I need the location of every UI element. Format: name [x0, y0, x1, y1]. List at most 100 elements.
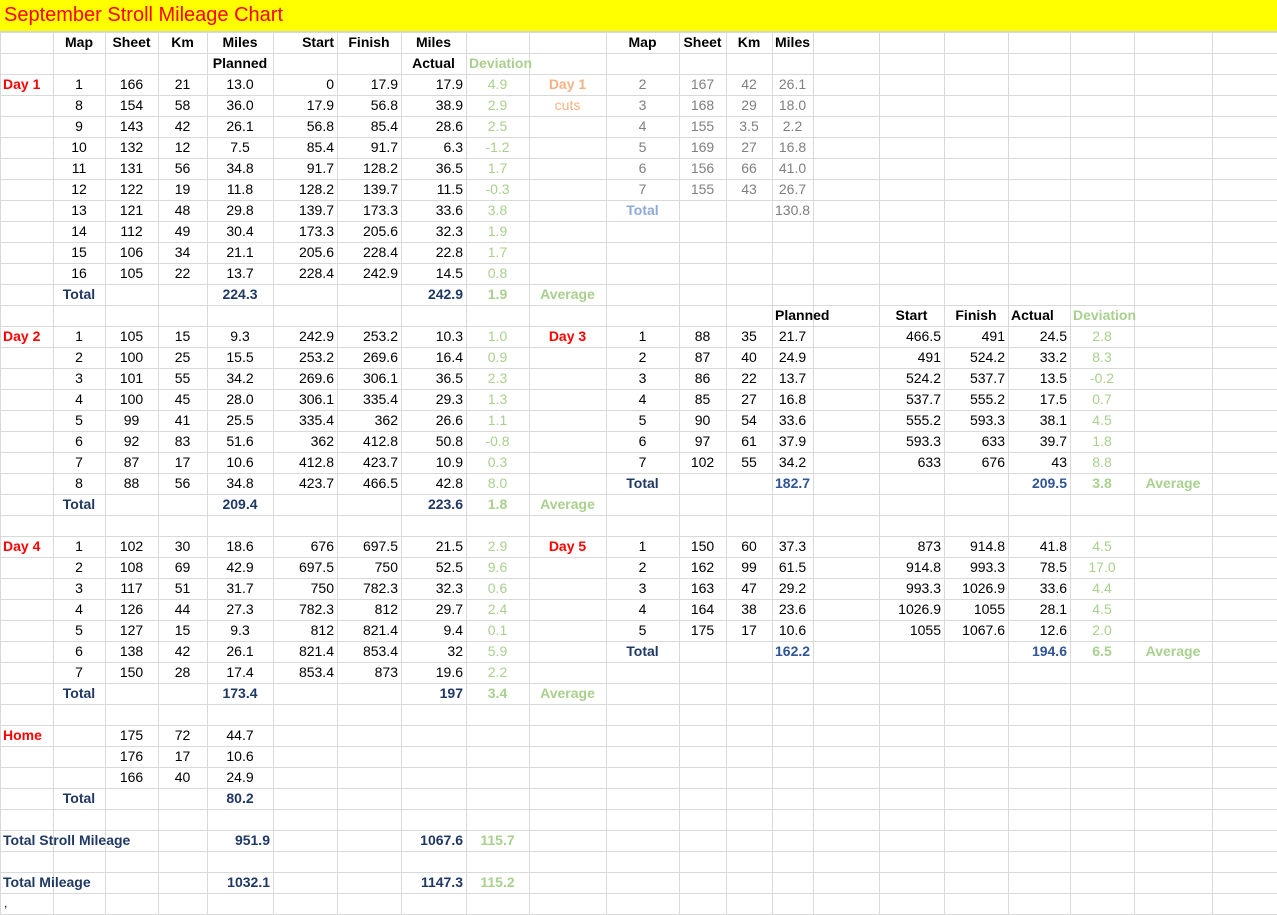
actual-cell: 13.5 — [1039, 370, 1067, 386]
km-cell: 69 — [174, 559, 191, 575]
map-cell: 11 — [71, 160, 87, 176]
planned-cell: 9.3 — [230, 622, 250, 638]
finish-cell: 1026.9 — [962, 580, 1005, 596]
day3-average-deviation: 3.8 — [1092, 475, 1112, 491]
km-cell: 45 — [174, 391, 191, 407]
start-cell: 335.4 — [298, 412, 334, 428]
start-cell: 362 — [310, 433, 334, 449]
actual-cell: 10.3 — [435, 328, 463, 344]
start-cell: 242.9 — [298, 328, 334, 344]
planned-cell: 16.8 — [778, 391, 807, 407]
sheet-cell: 100 — [119, 391, 144, 407]
deviation-cell: 4.9 — [487, 76, 508, 92]
sheet-cell: 92 — [123, 433, 140, 449]
finish-cell: 269.6 — [362, 349, 398, 365]
actual-cell: 16.4 — [435, 349, 463, 365]
km-cell: 56 — [174, 160, 191, 176]
planned-cell: 23.6 — [778, 601, 807, 617]
map-cell: 3 — [638, 370, 647, 386]
map-cell: 5 — [75, 622, 83, 638]
day3-header-finish: Finish — [955, 307, 997, 323]
map-cell: 2 — [75, 559, 83, 575]
start-cell: 17.9 — [306, 97, 334, 113]
km-cell: 27 — [741, 391, 757, 407]
map-cell: 7 — [75, 664, 83, 680]
cuts-sheet-cell: 167 — [690, 76, 715, 92]
day1-cuts-label: Day 1 — [548, 76, 587, 92]
planned-cell: 29.8 — [226, 202, 254, 218]
finish-cell: 873 — [374, 664, 398, 680]
planned-cell: 21.1 — [226, 244, 254, 260]
sheet-cell: 117 — [120, 580, 143, 596]
km-cell: 38 — [741, 601, 757, 617]
finish-cell: 993.3 — [969, 559, 1005, 575]
day5-average-deviation: 6.5 — [1092, 643, 1112, 659]
sheet-cell: 105 — [119, 328, 144, 344]
finish-cell: 466.5 — [362, 475, 398, 491]
planned-cell: 24.9 — [778, 349, 807, 365]
deviation-cell: 1.3 — [487, 391, 508, 407]
start-cell: 253.2 — [298, 349, 334, 365]
finish-cell: 1067.6 — [962, 622, 1005, 638]
planned-cell: 37.3 — [778, 538, 807, 554]
header-sheet: Sheet — [112, 34, 151, 50]
cuts-km-cell: 3.5 — [739, 118, 759, 134]
home-miles-cell: 44.7 — [226, 727, 254, 743]
sheet-cell: 150 — [690, 538, 715, 554]
km-cell: 15 — [174, 622, 191, 638]
map-cell: 6 — [75, 643, 83, 659]
map-cell: 1 — [75, 538, 83, 554]
km-cell: 54 — [741, 412, 757, 428]
deviation-cell: 2.3 — [487, 370, 508, 386]
start-cell: 306.1 — [298, 391, 334, 407]
finish-cell: 242.9 — [362, 265, 398, 281]
km-cell: 34 — [174, 244, 191, 260]
cuts-total-miles: 130.8 — [775, 202, 811, 218]
planned-cell: 15.5 — [226, 349, 254, 365]
map-cell: 8 — [75, 97, 83, 113]
finish-cell: 914.8 — [969, 538, 1005, 554]
cuts-map-cell: 3 — [638, 97, 647, 113]
map-cell: 1 — [638, 328, 647, 344]
map-cell: 5 — [638, 412, 647, 428]
planned-cell: 31.7 — [226, 580, 254, 596]
map-cell: 3 — [75, 580, 83, 596]
day2-total-label: Total — [62, 496, 96, 512]
start-cell: 91.7 — [306, 160, 334, 176]
day4-total-planned: 173.4 — [222, 685, 258, 701]
map-cell: 9 — [75, 118, 83, 134]
start-cell: 524.2 — [905, 370, 941, 386]
map-cell: 2 — [638, 559, 647, 575]
km-cell: 99 — [741, 559, 757, 575]
start-cell: 85.4 — [306, 139, 334, 155]
km-cell: 58 — [174, 97, 191, 113]
map-cell: 1 — [75, 76, 83, 92]
planned-cell: 34.8 — [226, 160, 254, 176]
home-km-cell: 17 — [174, 748, 191, 764]
map-cell: 6 — [638, 433, 647, 449]
deviation-cell: 0.1 — [487, 622, 508, 638]
finish-cell: 853.4 — [362, 643, 398, 659]
sheet-cell: 85 — [694, 391, 711, 407]
sheet-cell: 102 — [690, 454, 715, 470]
home-miles-cell: 10.6 — [226, 748, 254, 764]
map-cell: 1 — [638, 538, 647, 554]
start-cell: 269.6 — [298, 370, 334, 386]
start-cell: 782.3 — [298, 601, 334, 617]
finish-cell: 128.2 — [362, 160, 398, 176]
header-miles: Miles — [222, 34, 258, 50]
home-sheet-cell: 176 — [119, 748, 144, 764]
map-cell: 6 — [75, 433, 83, 449]
actual-cell: 32 — [447, 643, 463, 659]
map-cell: 15 — [71, 244, 87, 260]
cuts-miles-cell: 41.0 — [778, 160, 807, 176]
sheet-cell: 87 — [694, 349, 711, 365]
finish-cell: 335.4 — [362, 391, 398, 407]
finish-cell: 593.3 — [969, 412, 1005, 428]
planned-cell: 13.7 — [226, 265, 254, 281]
home-km-cell: 40 — [174, 769, 191, 785]
day5-total-planned: 162.2 — [775, 643, 811, 659]
map-cell: 3 — [75, 370, 83, 386]
cuts-km-cell: 42 — [741, 76, 757, 92]
finish-cell: 139.7 — [362, 181, 398, 197]
